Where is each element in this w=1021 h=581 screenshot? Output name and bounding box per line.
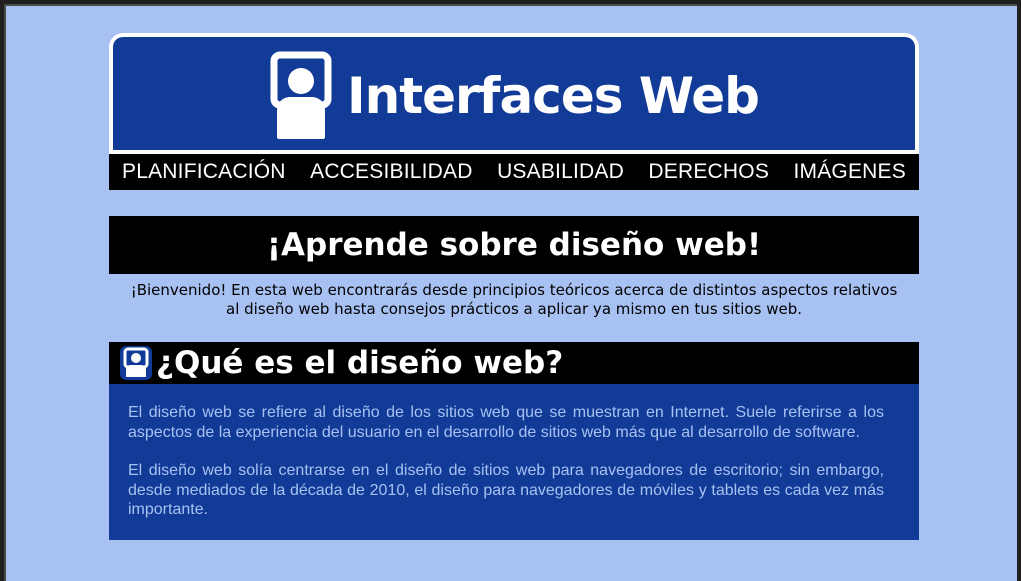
browser-viewport: Interfaces Web PLANIFICACIÓN ACCESIBILID… — [4, 4, 1017, 581]
section-body: El diseño web se refiere al diseño de lo… — [109, 384, 919, 540]
user-at-monitor-icon — [270, 51, 332, 139]
site-banner[interactable]: Interfaces Web — [109, 33, 919, 151]
page-container: Interfaces Web PLANIFICACIÓN ACCESIBILID… — [109, 33, 919, 540]
section-title: ¿Qué es el diseño web? — [156, 345, 564, 381]
nav-link-usabilidad[interactable]: USABILIDAD — [497, 160, 624, 184]
main-nav: PLANIFICACIÓN ACCESIBILIDAD USABILIDAD D… — [109, 150, 919, 190]
page-title: ¡Aprende sobre diseño web! — [109, 216, 919, 274]
section-header: ¿Qué es el diseño web? — [109, 342, 919, 384]
nav-link-accesibilidad[interactable]: ACCESIBILIDAD — [310, 160, 472, 184]
user-at-monitor-icon — [120, 346, 152, 380]
what-is-web-design-section: ¿Qué es el diseño web? El diseño web se … — [109, 342, 919, 540]
nav-link-imagenes[interactable]: IMÁGENES — [794, 160, 906, 184]
site-logo-text: Interfaces Web — [347, 67, 760, 125]
nav-link-derechos[interactable]: DERECHOS — [648, 160, 769, 184]
section-paragraph: El diseño web se refiere al diseño de lo… — [128, 404, 884, 441]
section-paragraph: El diseño web solía centrarse en el dise… — [128, 462, 884, 518]
intro-text: ¡Bienvenido! En esta web encontrarás des… — [130, 281, 898, 318]
nav-link-planificacion[interactable]: PLANIFICACIÓN — [122, 160, 286, 184]
